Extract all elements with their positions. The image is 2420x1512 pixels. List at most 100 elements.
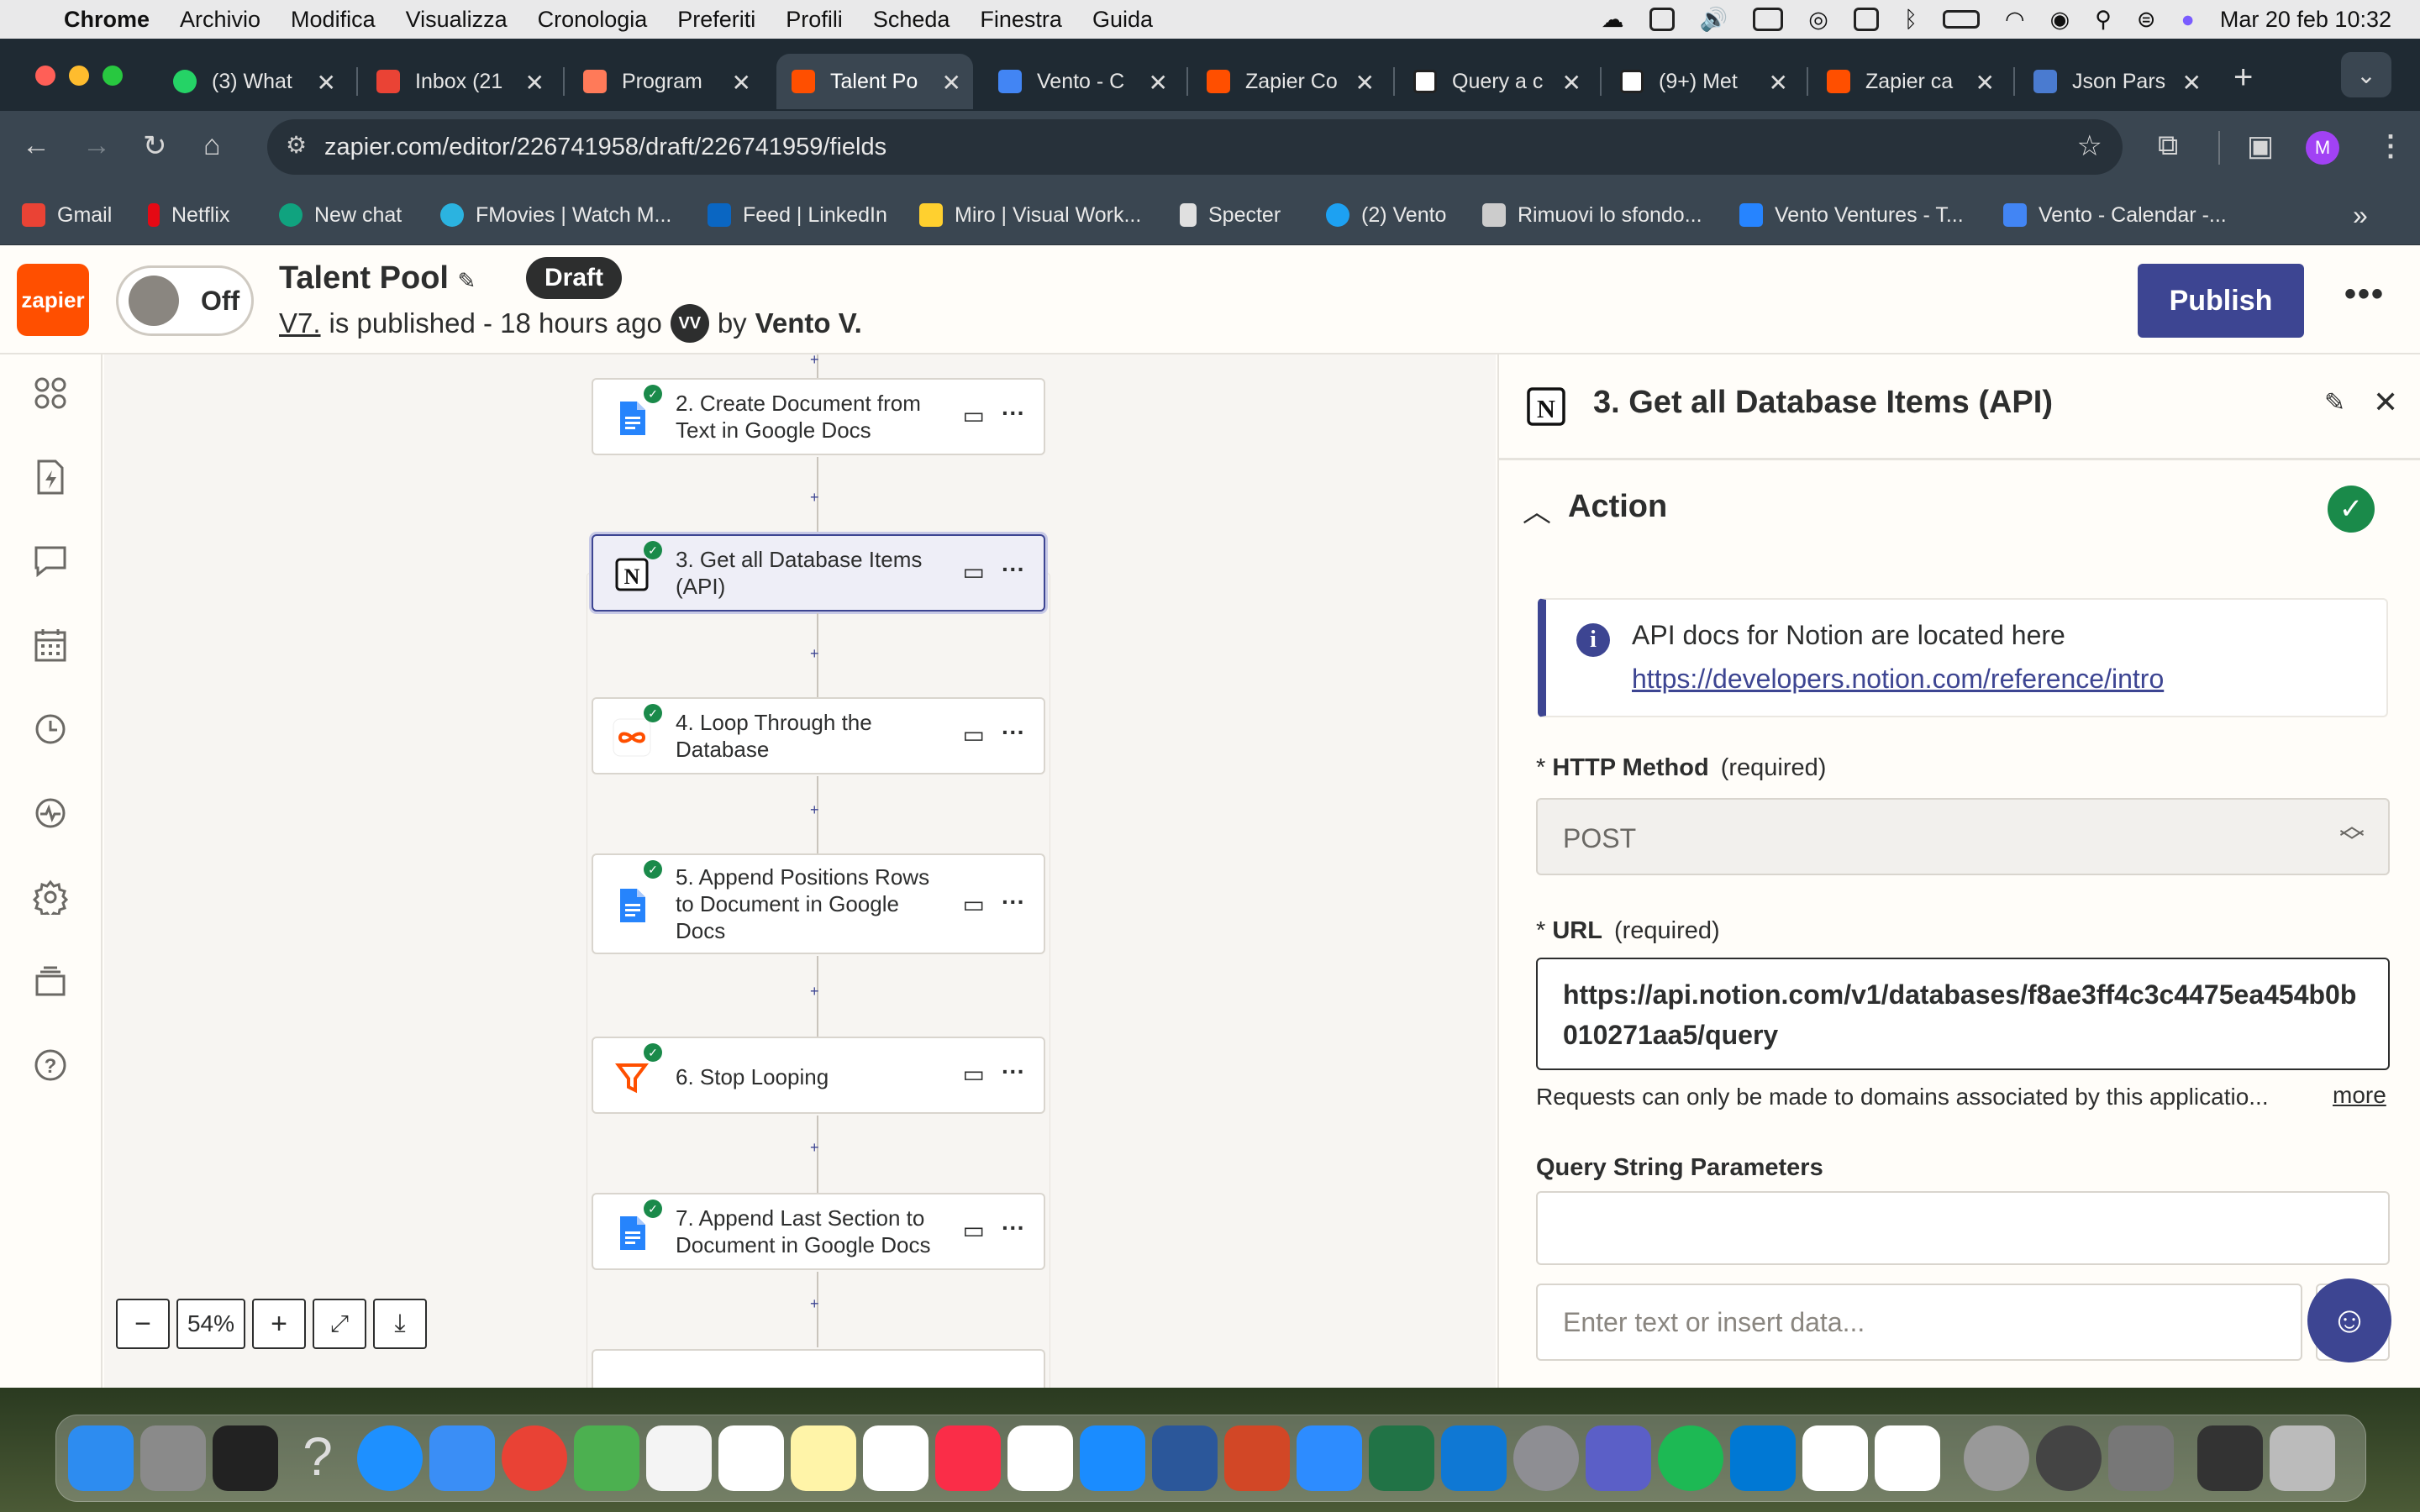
bookmark-new-chat[interactable]: New chat xyxy=(279,185,402,245)
bookmark-fmovies[interactable]: FMovies | Watch M... xyxy=(440,185,671,245)
powerpoint-icon[interactable] xyxy=(1224,1425,1290,1491)
publish-button[interactable]: Publish xyxy=(2138,264,2304,338)
step-card-6[interactable]: ✓ 6. Stop Looping ▭ ··· xyxy=(592,1037,1045,1114)
pages-icon[interactable] xyxy=(1007,1425,1073,1491)
comment-icon[interactable]: ▭ xyxy=(963,890,985,918)
notion-menubar-icon[interactable] xyxy=(1649,8,1675,31)
step-card-5[interactable]: ✓ 5. Append Positions Rows to Document i… xyxy=(592,853,1045,954)
zap-title[interactable]: Talent Pool ✎ xyxy=(279,260,476,297)
browser-tab[interactable]: Inbox (21 ✕ xyxy=(361,54,556,109)
user-icon[interactable]: ◉ xyxy=(2050,7,2070,33)
cloud-icon[interactable]: ☁ xyxy=(1602,7,1624,33)
step-card-2[interactable]: ✓ 2. Create Document from Text in Google… xyxy=(592,378,1045,455)
outlook-icon[interactable] xyxy=(1730,1425,1796,1491)
home-icon[interactable]: ⌂ xyxy=(203,129,221,162)
comment-icon[interactable]: ▭ xyxy=(963,558,985,585)
bookmark-netflix[interactable]: Netflix xyxy=(148,185,229,245)
menu-app-name[interactable]: Chrome xyxy=(64,7,150,33)
step-more-icon[interactable]: ··· xyxy=(1002,1058,1025,1085)
wifi-icon[interactable]: ◠ xyxy=(2005,7,2025,33)
bookmark-remove-bg[interactable]: Rimuovi lo sfondo... xyxy=(1482,185,1702,245)
excel-icon[interactable] xyxy=(1369,1425,1434,1491)
close-tab-icon[interactable]: ✕ xyxy=(317,69,336,97)
edit-pencil-icon[interactable]: ✎ xyxy=(458,268,476,293)
close-tab-icon[interactable]: ✕ xyxy=(732,69,751,97)
browser-tab[interactable]: Query a c ✕ xyxy=(1398,54,1593,109)
zoom-icon[interactable] xyxy=(1297,1425,1362,1491)
add-step-plus[interactable]: + xyxy=(810,489,819,507)
browser-tab[interactable]: Zapier ca ✕ xyxy=(1812,54,2007,109)
airdrop-icon[interactable]: ◎ xyxy=(1808,7,1828,33)
chrome-icon[interactable] xyxy=(502,1425,567,1491)
settings-icon[interactable] xyxy=(32,879,69,916)
menu-item[interactable]: Profili xyxy=(786,7,843,33)
query-string-value-input[interactable]: Enter text or insert data... xyxy=(1536,1284,2302,1361)
bookmark-gmail[interactable]: Gmail xyxy=(22,185,112,245)
zapier-logo[interactable]: zapier xyxy=(17,264,89,336)
profile-avatar[interactable]: M xyxy=(2306,131,2339,165)
menu-item[interactable]: Modifica xyxy=(291,7,376,33)
stocks-icon[interactable] xyxy=(213,1425,278,1491)
tableplus-icon[interactable] xyxy=(1964,1425,2029,1491)
site-info-icon[interactable]: ⚙ xyxy=(286,131,307,159)
bookmark-vento-jira[interactable]: Vento Ventures - T... xyxy=(1739,185,1964,245)
zap-on-off-toggle[interactable]: Off xyxy=(116,265,254,336)
more-options-icon[interactable]: ••• xyxy=(2344,276,2385,313)
browser-tab[interactable]: Program ✕ xyxy=(568,54,763,109)
maps-icon[interactable] xyxy=(574,1425,639,1491)
menu-item[interactable]: Preferiti xyxy=(677,7,755,33)
mail-icon[interactable] xyxy=(429,1425,495,1491)
close-tab-icon[interactable]: ✕ xyxy=(1769,69,1788,97)
add-step-plus[interactable]: + xyxy=(810,1139,819,1157)
menu-item[interactable]: Finestra xyxy=(980,7,1062,33)
activity-icon[interactable] xyxy=(32,795,69,832)
bookmark-vento-calendar[interactable]: Vento - Calendar -... xyxy=(2003,185,2227,245)
bluetooth-icon[interactable]: ᛒ xyxy=(1904,7,1918,33)
forward-icon[interactable]: → xyxy=(82,129,111,162)
api-docs-link[interactable]: https://developers.notion.com/reference/… xyxy=(1632,664,2164,695)
add-step-plus[interactable]: + xyxy=(810,351,819,369)
help-chat-fab-icon[interactable]: ☺ xyxy=(2307,1278,2391,1362)
calendar-app-icon[interactable] xyxy=(718,1425,784,1491)
zoom-in-button[interactable]: + xyxy=(252,1299,306,1349)
step-more-icon[interactable]: ··· xyxy=(1002,1215,1025,1242)
spotlight-search-icon[interactable]: ⚲ xyxy=(2095,7,2112,33)
new-tab-button[interactable]: + xyxy=(2233,59,2253,97)
bookmark-vento-twitter[interactable]: (2) Vento xyxy=(1326,185,1446,245)
browser-tab[interactable]: Zapier Co ✕ xyxy=(1192,54,1386,109)
menu-item[interactable]: Scheda xyxy=(873,7,950,33)
battery-icon[interactable] xyxy=(1943,10,1981,29)
apps-icon[interactable] xyxy=(32,375,69,412)
finder-icon[interactable] xyxy=(68,1425,134,1491)
browser-tab[interactable]: (3) What ✕ xyxy=(158,54,348,109)
query-string-key-input[interactable] xyxy=(1536,1191,2390,1265)
browser-tab-active[interactable]: Talent Po ✕ xyxy=(776,54,973,109)
add-step-plus[interactable]: + xyxy=(810,983,819,1000)
safari-icon[interactable] xyxy=(357,1425,423,1491)
menu-item[interactable]: Visualizza xyxy=(406,7,508,33)
menu-item[interactable]: Cronologia xyxy=(538,7,648,33)
reload-icon[interactable]: ↻ xyxy=(143,129,167,163)
freeform-icon[interactable] xyxy=(863,1425,929,1491)
add-step-plus[interactable]: + xyxy=(810,1295,819,1313)
step-card-7[interactable]: ✓ 7. Append Last Section to Document in … xyxy=(592,1193,1045,1270)
side-panel-icon[interactable]: ▣ xyxy=(2247,129,2274,163)
bookmark-star-icon[interactable]: ☆ xyxy=(2077,129,2102,163)
siri-icon[interactable]: ● xyxy=(2181,7,2195,33)
address-bar[interactable]: ⚙ zapier.com/editor/226741958/draft/2267… xyxy=(267,119,2123,175)
maximize-window-button[interactable] xyxy=(103,66,123,86)
menu-item[interactable]: Archivio xyxy=(180,7,260,33)
tables-icon[interactable] xyxy=(32,963,69,1000)
question-app-icon[interactable]: ? xyxy=(285,1425,350,1491)
calendar-icon[interactable] xyxy=(32,627,69,664)
tab-search-chevron-icon[interactable]: ⌄ xyxy=(2341,52,2391,97)
fit-to-screen-icon[interactable]: ⤢ xyxy=(313,1299,366,1349)
comment-icon[interactable]: ▭ xyxy=(963,402,985,429)
action-section-header[interactable]: ︿ Action ✓ xyxy=(1499,469,2420,544)
slack-icon[interactable] xyxy=(1875,1425,1940,1491)
step-card-4[interactable]: ✓ 4. Loop Through the Database ▭ ··· xyxy=(592,697,1045,774)
zoom-out-button[interactable]: − xyxy=(116,1299,170,1349)
rename-pencil-icon[interactable]: ✎ xyxy=(2324,388,2345,417)
bookmark-linkedin[interactable]: Feed | LinkedIn xyxy=(708,185,887,245)
word-icon[interactable] xyxy=(1152,1425,1218,1491)
